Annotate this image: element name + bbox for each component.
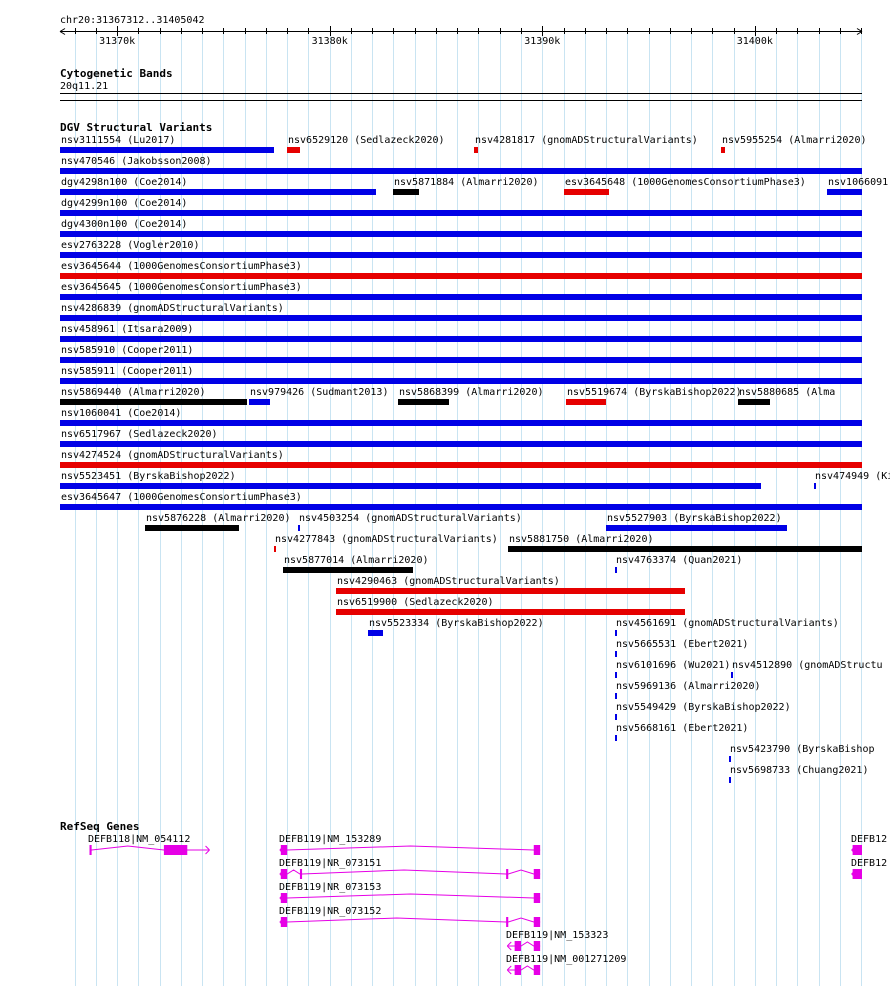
gene-intron-line bbox=[280, 869, 541, 875]
refseq-gene[interactable]: DEFB119|NR_073153 bbox=[279, 882, 541, 903]
gene-exon bbox=[506, 869, 509, 879]
gene-label[interactable]: DEFB12 bbox=[851, 858, 887, 869]
gene-exon bbox=[533, 941, 541, 951]
gene-exon bbox=[533, 917, 541, 927]
gene-exon bbox=[852, 845, 862, 855]
gene-label[interactable]: DEFB119|NM_153323 bbox=[506, 930, 608, 941]
refseq-gene[interactable]: DEFB12 bbox=[851, 858, 887, 879]
gene-label[interactable]: DEFB12 bbox=[851, 834, 887, 845]
gene-label[interactable]: DEFB119|NM_153289 bbox=[279, 834, 381, 845]
gene-exon bbox=[533, 869, 541, 879]
genome-browser[interactable]: chr20:31367312..31405042 31370k 31380k 313… bbox=[0, 0, 890, 986]
gene-label[interactable]: DEFB119|NM_001271209 bbox=[506, 954, 626, 965]
refseq-track[interactable]: DEFB118|NM_054112 DEFB119|NM_153289 DEFB12… bbox=[0, 0, 890, 986]
gene-label[interactable]: DEFB119|NR_073152 bbox=[279, 906, 381, 917]
refseq-gene[interactable]: DEFB119|NM_001271209 bbox=[506, 954, 626, 975]
gene-exon bbox=[852, 869, 862, 879]
gene-exon bbox=[299, 869, 303, 879]
refseq-gene[interactable]: DEFB119|NM_153323 bbox=[506, 930, 608, 951]
refseq-gene[interactable]: DEFB118|NM_054112 bbox=[88, 834, 210, 855]
gene-exon bbox=[506, 917, 509, 927]
gene-label[interactable]: DEFB118|NM_054112 bbox=[88, 834, 190, 845]
gene-exon bbox=[89, 845, 92, 855]
gene-label[interactable]: DEFB119|NR_073153 bbox=[279, 882, 381, 893]
gene-exon bbox=[163, 845, 188, 855]
gene-intron-line bbox=[280, 917, 541, 923]
refseq-gene[interactable]: DEFB119|NM_153289 bbox=[279, 834, 541, 855]
gene-intron-line bbox=[89, 845, 209, 851]
gene-exon bbox=[533, 845, 541, 855]
refseq-gene[interactable]: DEFB12 bbox=[851, 834, 887, 855]
refseq-gene[interactable]: DEFB119|NR_073152 bbox=[279, 906, 541, 927]
gene-exon bbox=[533, 965, 541, 975]
gene-intron-line bbox=[280, 893, 541, 899]
gene-label[interactable]: DEFB119|NR_073151 bbox=[279, 858, 381, 869]
gene-exon bbox=[514, 941, 522, 951]
gene-exon bbox=[514, 965, 522, 975]
gene-intron-line bbox=[280, 845, 541, 851]
gene-exon bbox=[533, 893, 541, 903]
refseq-gene[interactable]: DEFB119|NR_073151 bbox=[279, 858, 541, 879]
